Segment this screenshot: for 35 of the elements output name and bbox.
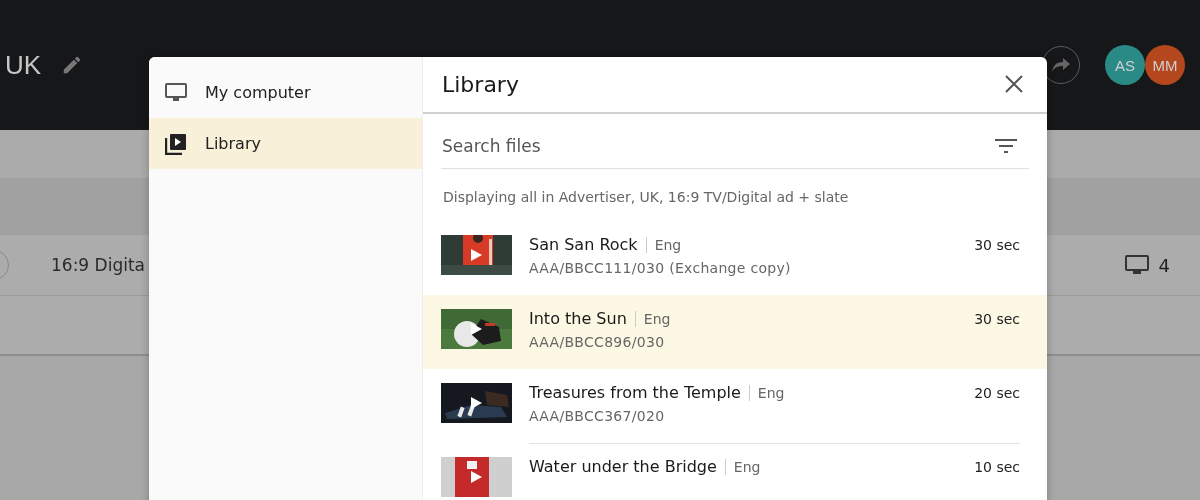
row-name: 16:9 Digita (51, 255, 145, 275)
video-library-icon (165, 132, 187, 155)
sidebar-item[interactable]: Library (149, 118, 422, 169)
screen-count: 4 (1158, 254, 1170, 276)
file-row[interactable]: Into the Sun Eng 30 sec AAA/BBCC896/030 (423, 295, 1047, 369)
user-avatar[interactable]: MM (1145, 45, 1185, 85)
file-row[interactable]: Water under the Bridge Eng 10 sec (423, 443, 1047, 500)
file-row[interactable]: San San Rock Eng 30 sec AAA/BBCC111/030 (Exchange copy) (423, 221, 1047, 295)
share-icon (1051, 57, 1071, 73)
file-code: AAA/BBCC896/030 (529, 334, 666, 350)
monitor-icon (1124, 255, 1149, 275)
filter-button[interactable] (995, 137, 1017, 154)
play-icon[interactable] (471, 397, 482, 409)
file-language: Eng (733, 458, 761, 475)
file-duration: 30 sec (974, 236, 1020, 253)
page-title: UK (5, 49, 42, 81)
file-title: Water under the Bridge (529, 457, 717, 476)
filter-summary: Displaying all in Advertiser, UK, 16:9 TV/Digital ad + slate (443, 189, 850, 205)
file-row[interactable]: Treasures from the Temple Eng 20 sec AAA/BBCC367/020 (423, 369, 1047, 443)
file-language: Eng (757, 384, 785, 401)
file-language: Eng (654, 236, 682, 253)
file-code: AAA/BBCC367/020 (529, 408, 666, 424)
search-field[interactable]: Search files (441, 135, 995, 156)
file-code: AAA/BBCC111/030 (Exchange copy) (529, 260, 792, 276)
file-language: Eng (643, 310, 671, 327)
file-title: Treasures from the Temple (529, 383, 741, 402)
file-duration: 10 sec (974, 458, 1020, 475)
file-title: San San Rock (529, 235, 638, 254)
dialog-title: Library (442, 71, 519, 97)
file-title: Into the Sun (529, 309, 627, 328)
file-duration: 30 sec (974, 310, 1020, 327)
file-duration: 20 sec (974, 384, 1020, 401)
monitor-icon (165, 82, 187, 103)
sidebar-item[interactable]: My computer (149, 67, 422, 118)
play-icon[interactable] (471, 323, 482, 335)
